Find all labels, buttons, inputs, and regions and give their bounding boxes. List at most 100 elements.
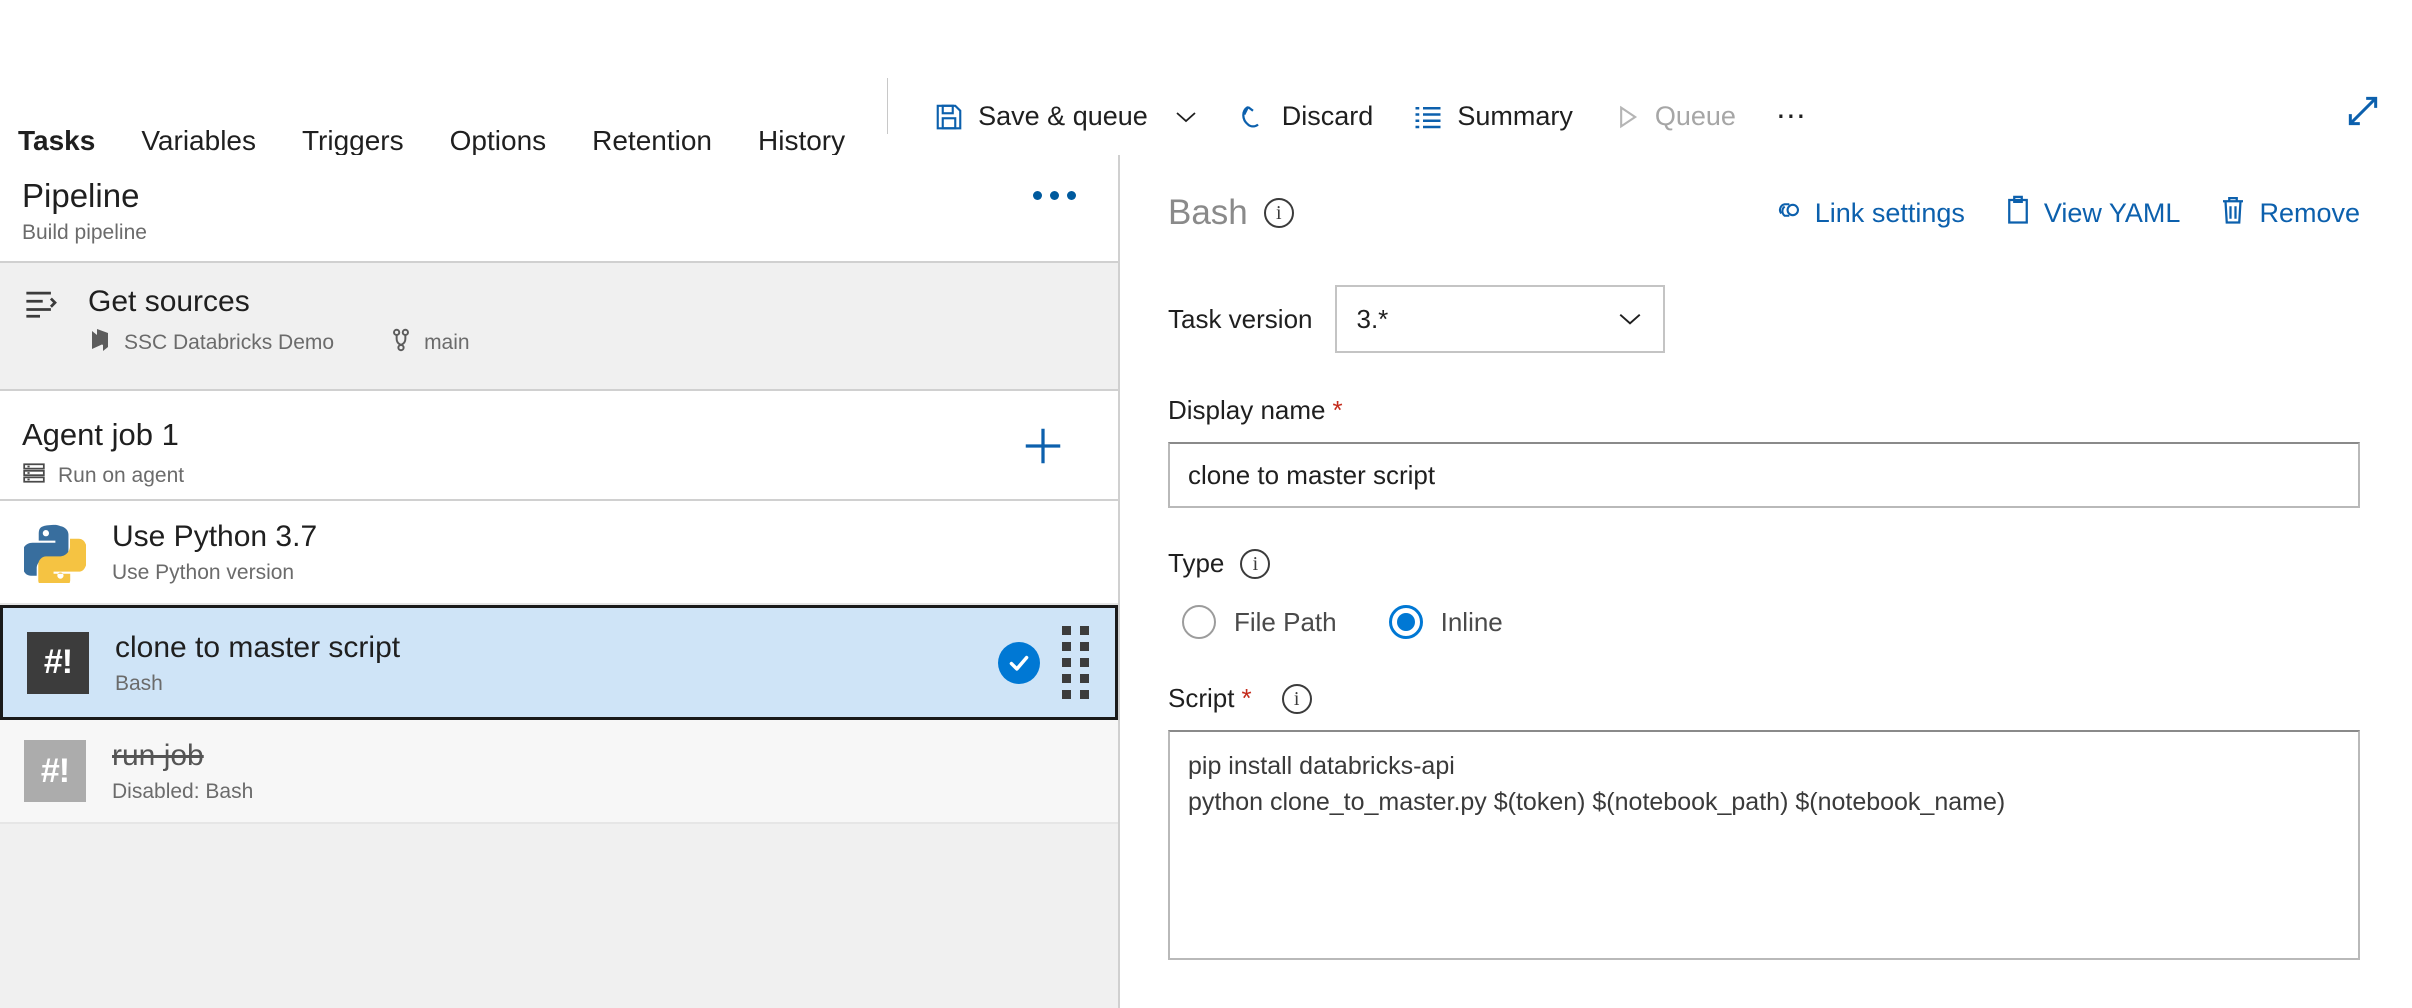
list-icon <box>1413 104 1443 130</box>
pipeline-tree-pane: Pipeline Build pipeline Get sources SSC … <box>0 155 1120 1008</box>
radio-circle-selected-icon <box>1388 605 1423 639</box>
queue-button: Queue <box>1593 89 1756 145</box>
remove-button[interactable]: Remove <box>2220 195 2360 232</box>
task-title: run job <box>112 739 204 772</box>
expand-fullscreen-button[interactable] <box>2344 92 2382 135</box>
task-details-pane: Bash i Link settings View YAML Remove Ta… <box>1120 155 2412 1008</box>
drag-handle-icon[interactable] <box>1062 626 1089 699</box>
trash-icon <box>2220 195 2246 232</box>
display-name-input[interactable] <box>1168 442 2360 508</box>
check-circle-icon <box>998 641 1040 684</box>
task-details-header: Bash i Link settings View YAML Remove <box>1168 185 2360 241</box>
discard-button[interactable]: Discard <box>1218 89 1394 145</box>
task-subtitle: Bash <box>115 671 163 695</box>
summary-button[interactable]: Summary <box>1393 89 1593 145</box>
display-name-label-line: Display name * <box>1168 395 2360 426</box>
task-version-value: 3.* <box>1356 303 1389 334</box>
script-textarea[interactable] <box>1168 730 2360 960</box>
save-and-queue-button[interactable]: Save & queue <box>914 89 1218 145</box>
server-icon <box>22 461 46 491</box>
pipeline-more-menu-icon[interactable] <box>1033 191 1076 200</box>
required-asterisk: * <box>1332 395 1343 425</box>
toolbar-divider <box>887 78 889 134</box>
chevron-down-icon[interactable] <box>1174 109 1198 125</box>
tab-options[interactable]: Options <box>450 32 571 155</box>
link-icon <box>1772 197 1802 230</box>
task-title: Use Python 3.7 <box>112 520 318 553</box>
link-settings-button[interactable]: Link settings <box>1772 197 1965 230</box>
type-label-line: Type i <box>1168 548 2360 579</box>
top-toolbar-bar: Tasks Variables Triggers Options Retenti… <box>0 0 2412 179</box>
task-title: clone to master script <box>115 630 401 664</box>
info-icon[interactable]: i <box>1263 198 1294 228</box>
pipeline-header[interactable]: Pipeline Build pipeline <box>0 155 1118 263</box>
agent-job-row[interactable]: Agent job 1 Run on agent <box>0 391 1118 501</box>
task-type-title: Bash <box>1168 193 1248 232</box>
repository-name: SSC Databricks Demo <box>124 330 335 354</box>
tab-triggers[interactable]: Triggers <box>302 32 428 155</box>
task-version-label: Task version <box>1168 303 1313 334</box>
ellipsis-icon: ⋯ <box>1775 100 1808 133</box>
add-task-button[interactable] <box>1020 423 1066 469</box>
type-label: Type <box>1168 548 1225 578</box>
main-body: Pipeline Build pipeline Get sources SSC … <box>0 155 2412 1008</box>
type-radio-group: File Path Inline <box>1182 605 2360 639</box>
info-icon[interactable]: i <box>1240 548 1271 579</box>
discard-label: Discard <box>1281 101 1374 131</box>
view-yaml-label: View YAML <box>2043 197 2181 228</box>
task-version-select[interactable]: 3.* <box>1334 285 1665 353</box>
undo-icon <box>1238 102 1268 132</box>
task-subtitle: Disabled: Bash <box>112 780 254 803</box>
get-sources-icon <box>22 285 82 319</box>
task-row[interactable]: Use Python 3.7 Use Python version <box>0 501 1118 605</box>
link-settings-label: Link settings <box>1814 197 1965 228</box>
python-icon <box>22 519 88 585</box>
task-text: clone to master script Bash <box>115 630 998 696</box>
task-details-actions: Link settings View YAML Remove <box>1772 195 2360 232</box>
radio-circle-icon <box>1182 605 1216 639</box>
info-icon[interactable]: i <box>1281 683 1312 714</box>
display-name-label: Display name <box>1168 395 1326 425</box>
queue-label: Queue <box>1654 101 1736 131</box>
get-sources-text: Get sources SSC Databricks Demo main <box>82 285 1096 358</box>
view-yaml-button[interactable]: View YAML <box>2005 195 2181 232</box>
get-sources-meta: SSC Databricks Demo main <box>88 328 1096 358</box>
more-options-button[interactable]: ⋯ <box>1756 89 1828 145</box>
script-label: Script <box>1168 683 1235 713</box>
tab-history[interactable]: History <box>758 32 869 155</box>
task-row-disabled[interactable]: #! run job Disabled: Bash <box>0 720 1118 824</box>
task-subtitle: Use Python version <box>112 561 295 584</box>
tab-variables[interactable]: Variables <box>141 32 280 155</box>
task-row-selected[interactable]: #! clone to master script Bash <box>0 605 1118 720</box>
agent-job-title: Agent job 1 <box>22 417 179 452</box>
radio-file-path-label: File Path <box>1234 606 1337 637</box>
tab-strip: Tasks Variables Triggers Options Retenti… <box>0 0 869 179</box>
action-toolbar: Save & queue Discard Summary Queue ⋯ <box>914 0 1828 155</box>
tab-tasks[interactable]: Tasks <box>18 32 119 179</box>
task-text: Use Python 3.7 Use Python version <box>112 519 1096 585</box>
branch-icon <box>390 328 412 358</box>
save-and-queue-label: Save & queue <box>978 101 1148 131</box>
agent-job-meta: Run on agent <box>22 461 1096 491</box>
bash-icon: #! <box>25 630 91 696</box>
tab-retention[interactable]: Retention <box>592 32 736 155</box>
pipeline-subtitle: Build pipeline <box>22 220 147 244</box>
radio-inline-label: Inline <box>1440 606 1503 637</box>
chevron-down-icon <box>1617 304 1643 335</box>
radio-inline[interactable]: Inline <box>1388 605 1503 639</box>
task-version-field: Task version 3.* <box>1168 285 2360 353</box>
clipboard-icon <box>2005 195 2031 232</box>
pipeline-title: Pipeline <box>22 177 140 214</box>
azure-repos-icon <box>88 328 112 358</box>
get-sources-row[interactable]: Get sources SSC Databricks Demo main <box>0 263 1118 391</box>
script-label-line: Script * i <box>1168 683 2360 714</box>
bash-icon-disabled: #! <box>22 738 88 804</box>
remove-label: Remove <box>2259 197 2360 228</box>
summary-label: Summary <box>1457 101 1573 131</box>
tree-empty-space <box>0 824 1118 1008</box>
play-icon <box>1613 103 1641 131</box>
radio-file-path[interactable]: File Path <box>1182 605 1337 639</box>
branch-name: main <box>424 330 470 354</box>
task-text: run job Disabled: Bash <box>112 738 1096 804</box>
required-asterisk: * <box>1241 683 1252 713</box>
